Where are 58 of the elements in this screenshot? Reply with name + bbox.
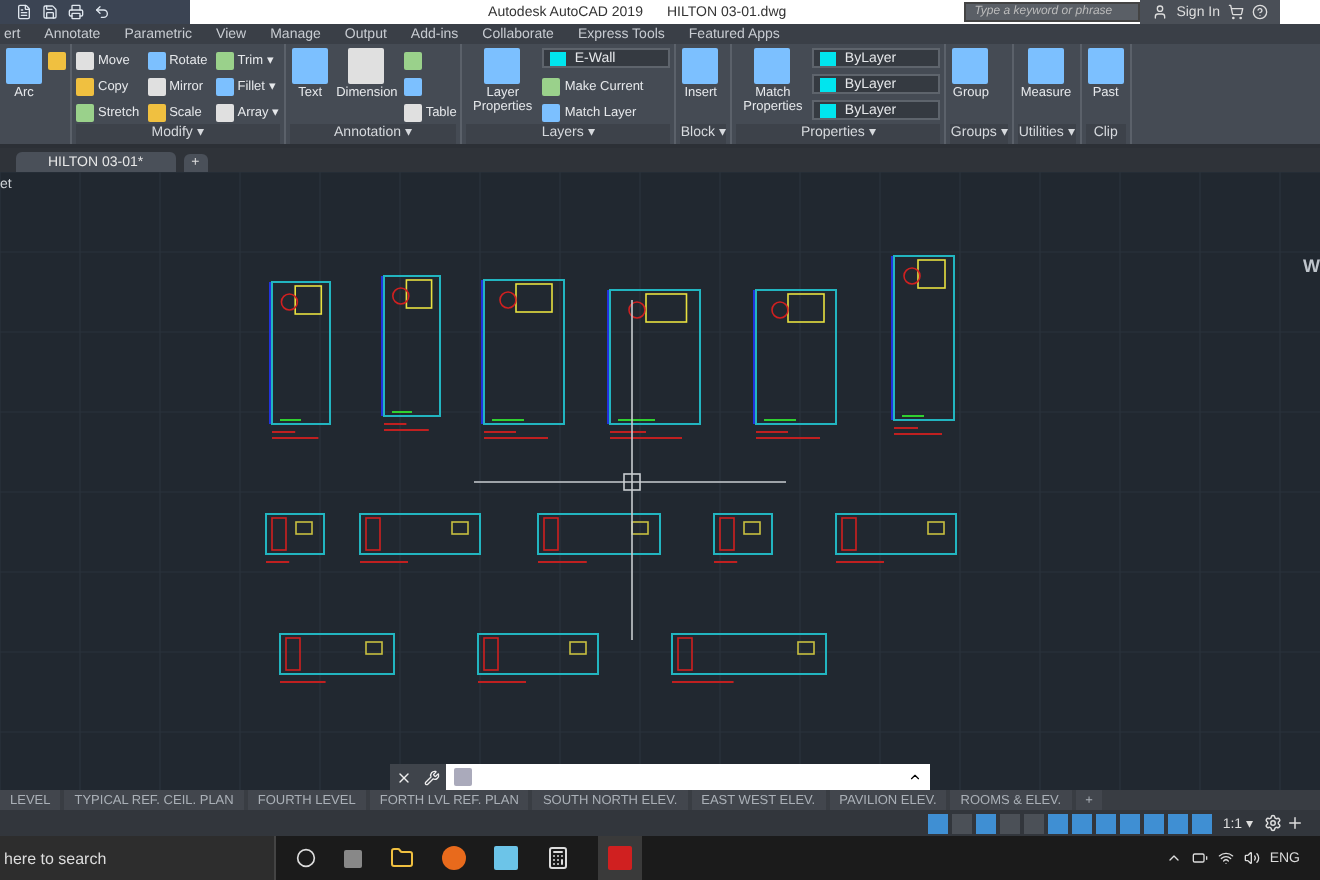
- save-icon[interactable]: [42, 4, 58, 20]
- status-toggle[interactable]: [1048, 813, 1069, 833]
- tool-icon: [292, 48, 329, 84]
- cart-icon[interactable]: [1228, 4, 1244, 20]
- tool-icon: [682, 48, 719, 84]
- tool-icon: [754, 48, 791, 84]
- speaker-icon[interactable]: [1243, 850, 1260, 866]
- elevation-drawing: [279, 633, 395, 683]
- tool-icon: [6, 48, 42, 84]
- plus-icon[interactable]: [1286, 814, 1304, 832]
- elevation-drawing: [713, 513, 773, 563]
- swatch-icon: [820, 103, 837, 117]
- swatch-icon: [820, 51, 837, 65]
- elevation-drawing: [477, 633, 599, 683]
- elevation-drawing: [265, 513, 325, 563]
- elevation-drawing: [537, 513, 661, 563]
- wifi-icon[interactable]: [1217, 850, 1234, 866]
- tool-icon: [403, 103, 422, 121]
- tool-icon: [1087, 48, 1124, 84]
- task-view-icon[interactable]: [344, 849, 362, 867]
- file-icon[interactable]: [16, 4, 32, 20]
- settings-icon[interactable]: [1264, 814, 1282, 832]
- user-icon: [1152, 4, 1169, 20]
- status-toggle[interactable]: [1120, 813, 1141, 833]
- swatch-icon: [820, 77, 837, 91]
- help-icon[interactable]: [1252, 4, 1268, 20]
- circle-icon[interactable]: [296, 848, 316, 868]
- printer-icon[interactable]: [68, 4, 84, 20]
- elevation-drawing: [359, 513, 481, 563]
- browser-icon[interactable]: [442, 846, 466, 870]
- status-toggle[interactable]: [976, 813, 997, 833]
- tool-icon: [484, 48, 521, 84]
- tool-icon: [348, 48, 385, 84]
- prompt-icon: [454, 768, 472, 786]
- status-toggle[interactable]: [1192, 813, 1213, 833]
- wrench-icon[interactable]: [424, 769, 440, 785]
- tool-icon: [952, 48, 989, 84]
- tool-icon: [1027, 48, 1064, 84]
- viewcube-label[interactable]: W: [1303, 256, 1320, 276]
- swatch-icon: [550, 51, 567, 65]
- elevation-drawing: [835, 513, 957, 563]
- undo-icon[interactable]: [94, 4, 110, 20]
- folder-icon[interactable]: [390, 846, 414, 870]
- status-toggle[interactable]: [1024, 813, 1045, 833]
- chevron-icon[interactable]: [1165, 850, 1182, 866]
- status-toggle[interactable]: [1096, 813, 1117, 833]
- status-toggle[interactable]: [1000, 813, 1021, 833]
- status-toggle[interactable]: [928, 813, 949, 833]
- tool-icon-button[interactable]: [48, 48, 66, 72]
- status-toggle[interactable]: [952, 813, 973, 833]
- caret-icon[interactable]: [908, 770, 922, 784]
- close-icon[interactable]: [396, 769, 412, 785]
- status-toggle[interactable]: [1144, 813, 1165, 833]
- battery-icon[interactable]: [1191, 850, 1208, 866]
- status-toggle[interactable]: [1072, 813, 1093, 833]
- calculator-icon[interactable]: [546, 846, 570, 870]
- status-toggle[interactable]: [1168, 813, 1189, 833]
- taskbar-search[interactable]: here to search: [0, 836, 276, 880]
